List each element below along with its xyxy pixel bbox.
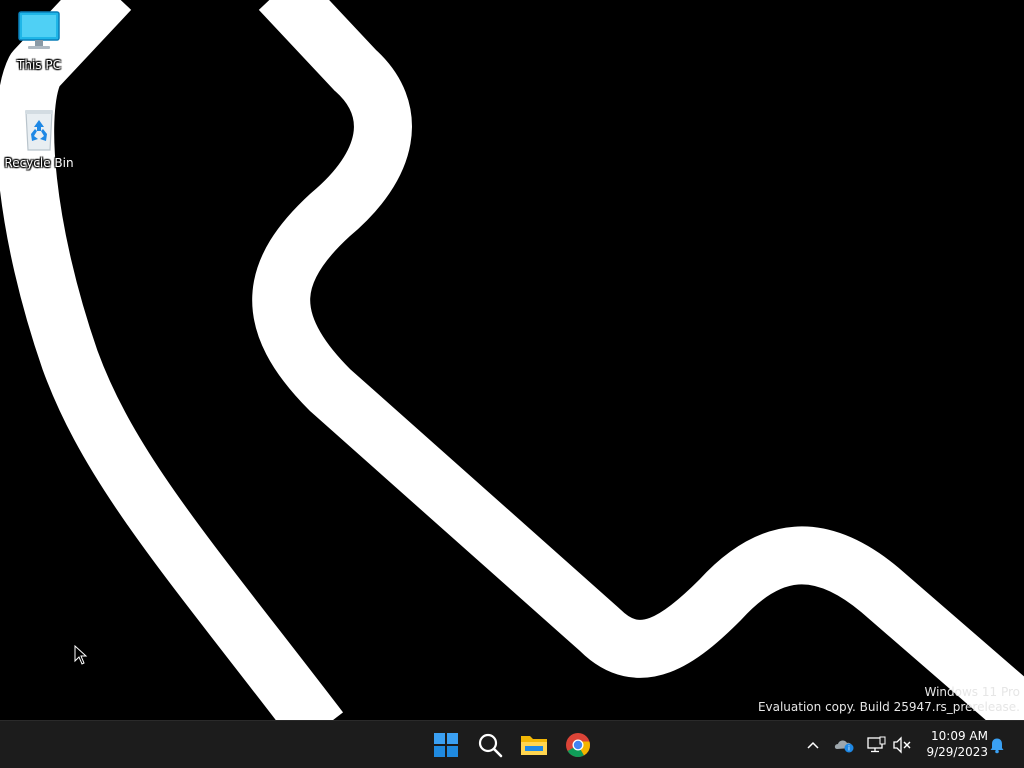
file-explorer-button[interactable] [514, 725, 554, 765]
chevron-up-icon [807, 741, 819, 749]
monitor-icon [18, 11, 60, 49]
watermark-edition: Windows 11 Pro [924, 685, 1020, 699]
windows-logo-icon [434, 733, 458, 757]
desktop-icon-label: Recycle Bin [4, 156, 74, 170]
wallpaper-swirl [0, 0, 1024, 720]
notification-bell-icon [990, 738, 1004, 754]
network-icon [867, 736, 886, 753]
network-tray-button[interactable] [864, 733, 888, 757]
volume-muted-icon [893, 736, 911, 754]
chrome-icon [566, 733, 590, 758]
search-icon [478, 733, 503, 758]
svg-text:i: i [848, 745, 850, 753]
clock-button[interactable]: 10:09 AM 9/29/2023 [918, 728, 988, 760]
desktop: This PC Recycle Bin Windows 11 Pro Evalu… [0, 0, 1024, 720]
show-hidden-icons-button[interactable] [801, 733, 825, 757]
recycle-bin-icon [25, 110, 53, 151]
onedrive-icon: i [834, 740, 854, 753]
evaluation-watermark: Windows 11 Pro Evaluation copy. Build 25… [758, 685, 1020, 715]
onedrive-tray-button[interactable]: i [832, 733, 856, 757]
notifications-button[interactable] [985, 733, 1009, 757]
desktop-icon-label: This PC [17, 58, 61, 72]
clock-date: 9/29/2023 [926, 745, 988, 759]
mouse-cursor-icon [74, 645, 88, 665]
taskbar: i 10:09 AM 9/29/2023 [0, 720, 1024, 768]
chrome-button[interactable] [558, 725, 598, 765]
desktop-icon-this-pc[interactable]: This PC [1, 8, 77, 72]
folder-icon [521, 736, 547, 755]
watermark-build: Evaluation copy. Build 25947.rs_prerelea… [757, 700, 1020, 714]
search-button[interactable] [470, 725, 510, 765]
clock-time: 10:09 AM [931, 729, 988, 743]
desktop-icon-recycle-bin[interactable]: Recycle Bin [1, 106, 77, 170]
volume-tray-button[interactable] [890, 733, 914, 757]
start-button[interactable] [426, 725, 466, 765]
